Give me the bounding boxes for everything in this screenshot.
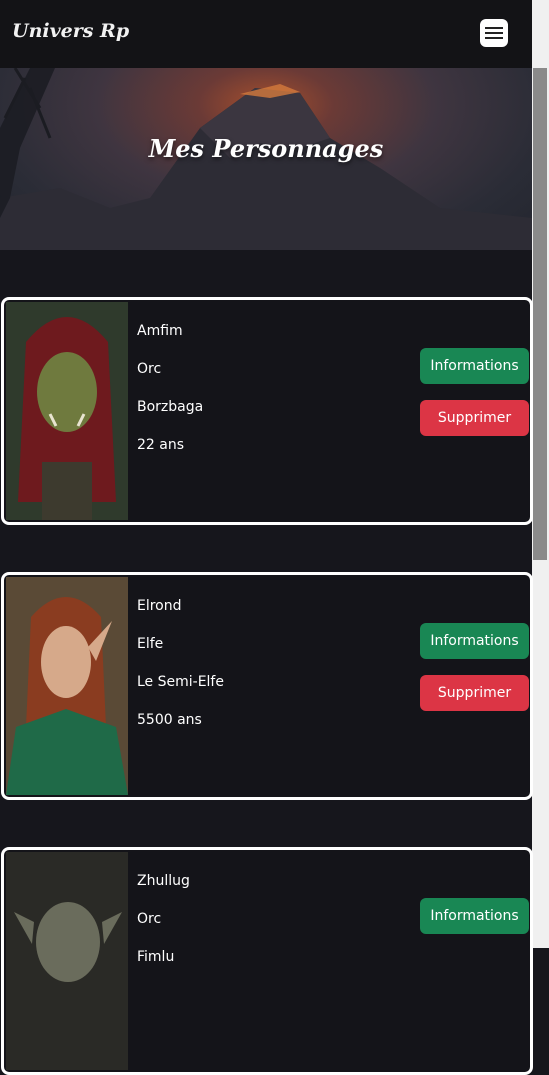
informations-button[interactable]: Informations	[420, 348, 529, 384]
character-info: Amfim Orc Borzbaga 22 ans	[137, 312, 203, 464]
character-info: Elrond Elfe Le Semi-Elfe 5500 ans	[137, 587, 224, 739]
navbar: Univers Rp	[0, 0, 532, 68]
character-age: 5500 ans	[137, 712, 202, 728]
character-portrait-orc	[6, 302, 128, 520]
character-surname: Borzbaga	[137, 399, 204, 415]
character-race: Orc	[137, 911, 162, 927]
hamburger-icon[interactable]	[480, 19, 508, 47]
character-race: Orc	[137, 361, 162, 377]
character-card: Amfim Orc Borzbaga 22 ans Informations S…	[1, 297, 533, 525]
scrollbar-thumb[interactable]	[533, 68, 547, 560]
character-surname: Fimlu	[137, 949, 175, 965]
character-name: Zhullug	[137, 873, 190, 889]
character-name: Amfim	[137, 323, 183, 339]
character-portrait-orc	[6, 852, 128, 1070]
informations-button[interactable]: Informations	[420, 623, 529, 659]
delete-button[interactable]: Supprimer	[420, 400, 529, 436]
character-race: Elfe	[137, 636, 164, 652]
page-title: Mes Personnages	[148, 134, 384, 163]
character-info: Zhullug Orc Fimlu	[137, 862, 190, 976]
brand-logo[interactable]: Univers Rp	[12, 20, 129, 42]
character-portrait-elf	[6, 577, 128, 795]
informations-button[interactable]: Informations	[420, 898, 529, 934]
hero-banner: Mes Personnages	[0, 68, 532, 250]
character-card: Elrond Elfe Le Semi-Elfe 5500 ans Inform…	[1, 572, 533, 800]
delete-button[interactable]: Supprimer	[420, 675, 529, 711]
character-surname: Le Semi-Elfe	[137, 674, 224, 690]
character-card: Zhullug Orc Fimlu Informations	[1, 847, 533, 1075]
character-name: Elrond	[137, 598, 182, 614]
character-age: 22 ans	[137, 437, 185, 453]
